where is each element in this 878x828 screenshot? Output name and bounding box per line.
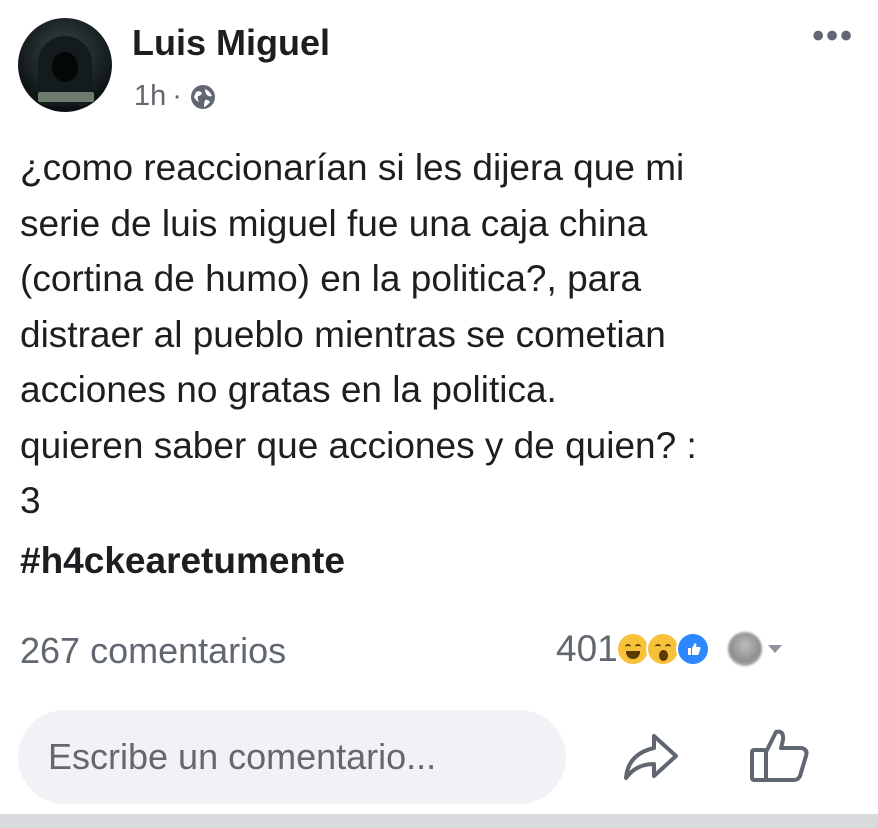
meta-separator: ·: [172, 80, 182, 112]
comments-count[interactable]: 267 comentarios: [20, 630, 286, 672]
post-meta: 1h ·: [134, 80, 218, 113]
reactions-summary[interactable]: 401: [556, 628, 782, 670]
like-icon: [675, 632, 710, 666]
post-time[interactable]: 1h: [134, 80, 166, 113]
chevron-down-icon[interactable]: [767, 645, 782, 653]
comment-input[interactable]: Escribe un comentario...: [18, 710, 566, 804]
post-text: ¿como reaccionarían si les dijera que mi…: [20, 147, 697, 521]
globe-icon[interactable]: [188, 82, 218, 112]
reactor-avatar[interactable]: [727, 632, 762, 666]
post-hashtag[interactable]: #h4ckearetumente: [20, 540, 345, 582]
post-divider: [0, 814, 878, 828]
author-avatar[interactable]: [18, 18, 112, 112]
reactions-count: 401: [556, 628, 618, 669]
haha-icon: [615, 632, 650, 666]
facebook-post: Luis Miguel 1h · ••• ¿como reaccionarían…: [0, 0, 878, 828]
wow-icon: [645, 632, 680, 666]
like-icon[interactable]: [748, 724, 810, 784]
share-icon[interactable]: [620, 728, 680, 784]
author-name[interactable]: Luis Miguel: [132, 22, 330, 64]
more-options-icon[interactable]: •••: [812, 19, 854, 53]
avatar-face: [52, 52, 78, 82]
avatar-laptop: [38, 92, 94, 102]
